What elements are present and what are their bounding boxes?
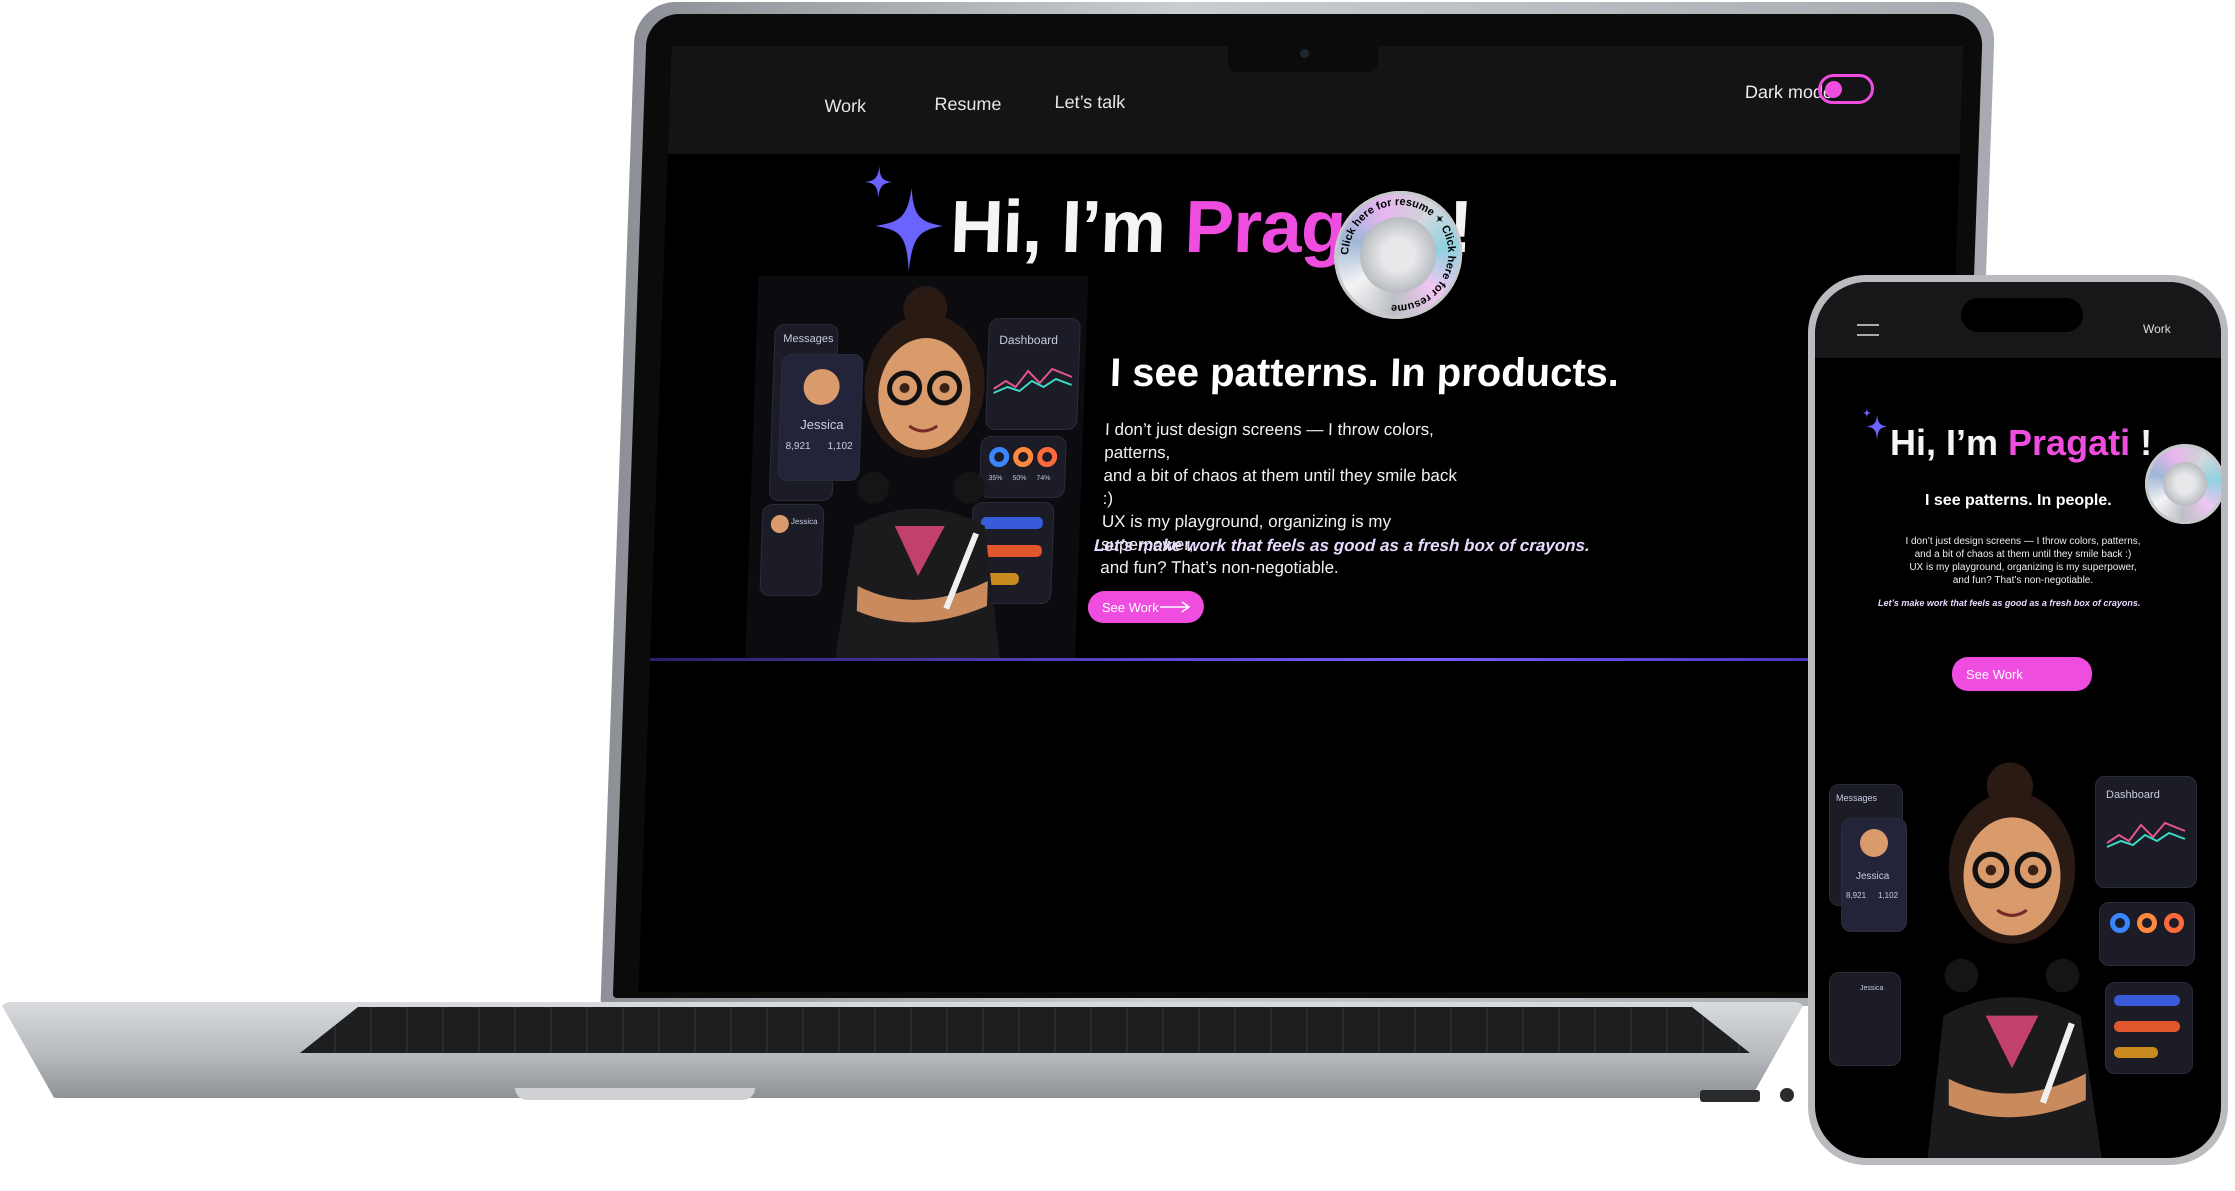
phone-intro-line-4: and fun? That’s non-negotiable. xyxy=(1952,575,2094,586)
laptop-audio-port xyxy=(1780,1088,1794,1102)
phone-see-work-button[interactable]: See Work xyxy=(1952,657,2092,691)
phone-intro-paragraph: I don’t just design screens — I throw co… xyxy=(1878,535,2168,587)
phone-greeting: Hi, I’m xyxy=(1890,422,2009,463)
contact-name: Jessica xyxy=(790,517,818,526)
bottom-accent-line xyxy=(650,658,1943,661)
dark-mode-toggle[interactable] xyxy=(1817,74,1875,104)
phone-profile-name: Jessica xyxy=(1856,871,1890,882)
phone-tagline: I see patterns. In people. xyxy=(1925,492,2112,509)
ring-label-3: 74% xyxy=(1036,475,1051,482)
intro-line-2: and a bit of chaos at them until they sm… xyxy=(1102,466,1458,508)
laptop-screen: Work Resume Let’s talk Dark mode Hi, I’m… xyxy=(638,46,1964,992)
phone-nav-work[interactable]: Work xyxy=(2143,322,2171,336)
tagline: I see patterns. In products. xyxy=(1109,351,1620,395)
phone-messages-title: Messages xyxy=(1836,793,1878,803)
laptop-trackpad-edge xyxy=(515,1088,755,1100)
phone-hero-exclaim: ! xyxy=(2140,422,2153,463)
phone-intro-line-2: and a bit of chaos at them until they sm… xyxy=(1914,549,2132,560)
phone-screen: Work Hi, I’m Pragati ! I see patterns. I… xyxy=(1815,282,2221,1158)
crayons-line: Let’s make work that feels as good as a … xyxy=(1093,536,1591,555)
phone-hero-name: Pragati xyxy=(2008,422,2131,463)
resume-badge-text: Click here for resume ✦ Click here for r… xyxy=(1337,196,1459,314)
phone-resume-badge[interactable] xyxy=(2145,444,2221,524)
contact-card: Jessica xyxy=(759,504,825,596)
contact-avatar xyxy=(770,515,790,533)
see-work-label: See Work xyxy=(1101,600,1160,615)
nav-resume-link[interactable]: Resume xyxy=(934,94,1002,115)
sparkle-icon xyxy=(864,166,944,271)
phone-crayons-line: Let’s make work that feels as good as a … xyxy=(1878,598,2141,608)
phone-intro-line-3: UX is my playground, organizing is my su… xyxy=(1909,562,2137,573)
nav-talk-link[interactable]: Let’s talk xyxy=(1054,92,1125,113)
phone-badge-center xyxy=(2163,462,2207,506)
intro-line-4: and fun? That’s non-negotiable. xyxy=(1099,558,1340,577)
phone-ring-orange xyxy=(2137,913,2157,933)
dynamic-island xyxy=(1961,298,2083,332)
phone-contact-name: Jessica xyxy=(1860,985,1884,992)
phone-see-work-label: See Work xyxy=(1966,667,2023,682)
hero-illustration: Messages Jessica 8,921 1,102 Jessica Das… xyxy=(745,276,1089,661)
hamburger-icon[interactable] xyxy=(1857,324,1879,336)
phone-profile-stat-1: 8,921 xyxy=(1846,891,1867,900)
see-work-button[interactable]: See Work xyxy=(1087,591,1205,623)
phone-profile-avatar xyxy=(1860,829,1888,857)
toggle-knob xyxy=(1824,81,1843,98)
profile-stat-1: 8,921 xyxy=(785,441,811,452)
resume-badge[interactable]: Click here for resume ✦ Click here for r… xyxy=(1331,191,1465,319)
camera-icon xyxy=(1300,49,1309,58)
phone-profile-stat-2: 1,102 xyxy=(1878,891,1899,900)
laptop-keyboard xyxy=(300,1007,1750,1053)
phone-ring-red xyxy=(2164,913,2184,933)
phone-intro-line-1: I don’t just design screens — I throw co… xyxy=(1905,536,2141,547)
phone-contact-card: Jessica xyxy=(1829,972,1901,1066)
resume-badge-ring: Click here for resume ✦ Click here for r… xyxy=(1337,196,1459,314)
svg-text:Click here for resume ✦ Click: Click here for resume ✦ Click here for r… xyxy=(1337,196,1459,314)
arrow-right-icon xyxy=(1159,601,1191,613)
phone-sparkle-icon xyxy=(1862,408,1888,441)
phone-hero-heading: Hi, I’m Pragati ! xyxy=(1890,422,2152,464)
intro-line-1: I don’t just design screens — I throw co… xyxy=(1103,420,1435,462)
nav-work-link[interactable]: Work xyxy=(824,96,866,117)
laptop-port xyxy=(1700,1090,1760,1102)
greeting-text: Hi, I’m xyxy=(948,185,1187,268)
ring-red xyxy=(1036,447,1058,467)
character-illustration xyxy=(835,286,1001,661)
phone-character-illustration xyxy=(1927,762,2102,1158)
